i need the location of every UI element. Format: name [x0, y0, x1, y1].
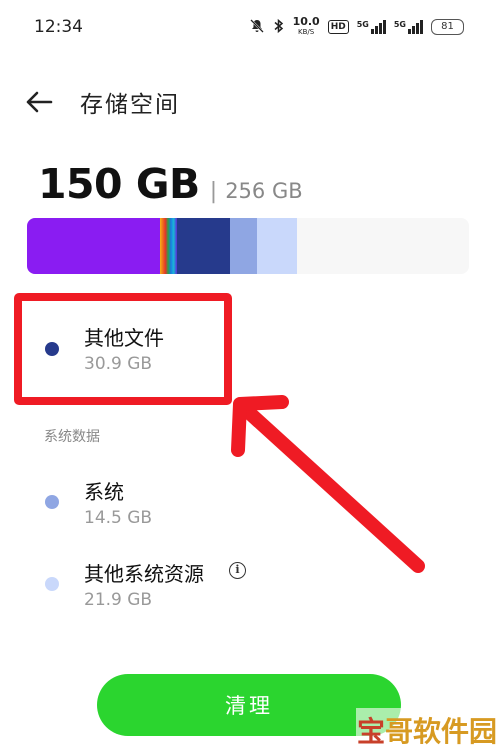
storage-bar	[27, 218, 469, 274]
storage-segment-media	[159, 218, 178, 274]
usage-separator: |	[209, 179, 218, 204]
sim1-label: 5G	[356, 20, 369, 29]
system-size: 14.5 GB	[84, 508, 153, 528]
header: 存储空间	[24, 82, 180, 122]
list-item-other-system-resources[interactable]: 其他系统资源 i 21.9 GB	[0, 552, 500, 618]
network-speed-value: 10.0	[292, 15, 320, 28]
list-item-system[interactable]: 系统 14.5 GB	[0, 470, 500, 536]
back-arrow-icon[interactable]	[24, 87, 54, 117]
page-title: 存储空间	[80, 92, 180, 118]
section-label-system-data: 系统数据	[44, 429, 100, 445]
network-speed-unit: KB/S	[298, 28, 315, 36]
status-bar: 12:34 10.0 KB/S HD 5G 5G 81	[0, 0, 500, 54]
storage-usage-summary: 150 GB | 256 GB	[38, 160, 303, 208]
other-system-resources-title: 其他系统资源	[84, 562, 204, 586]
hd-voice-badge: HD	[327, 20, 349, 34]
bluetooth-icon	[273, 18, 285, 37]
mute-icon	[249, 18, 265, 37]
system-color-dot	[45, 495, 59, 509]
system-title: 系统	[84, 480, 124, 504]
sim2-label: 5G	[393, 20, 406, 29]
total-storage: 256 GB	[225, 179, 303, 203]
storage-segment-other-files	[177, 218, 231, 274]
annotation-highlight-box	[14, 293, 232, 405]
battery-icon: 81	[431, 19, 464, 35]
used-storage: 150 GB	[38, 160, 200, 208]
status-time: 12:34	[34, 17, 83, 37]
other-system-resources-color-dot	[45, 577, 59, 591]
watermark-text-a: 宝	[356, 715, 385, 748]
storage-segment-apps	[27, 218, 160, 274]
signal-sim2-icon: 5G	[394, 20, 423, 34]
watermark-logo: 宝哥软件园	[356, 708, 498, 752]
other-system-resources-size: 21.9 GB	[84, 590, 153, 610]
info-icon[interactable]: i	[229, 562, 246, 579]
storage-segment-system	[230, 218, 257, 274]
watermark-text-b: 哥软件园	[385, 715, 498, 748]
storage-segment-other-system-resources	[256, 218, 297, 274]
status-icons: 10.0 KB/S HD 5G 5G 81	[249, 15, 464, 37]
signal-sim1-icon: 5G	[357, 20, 386, 34]
network-speed: 10.0 KB/S	[292, 15, 320, 37]
